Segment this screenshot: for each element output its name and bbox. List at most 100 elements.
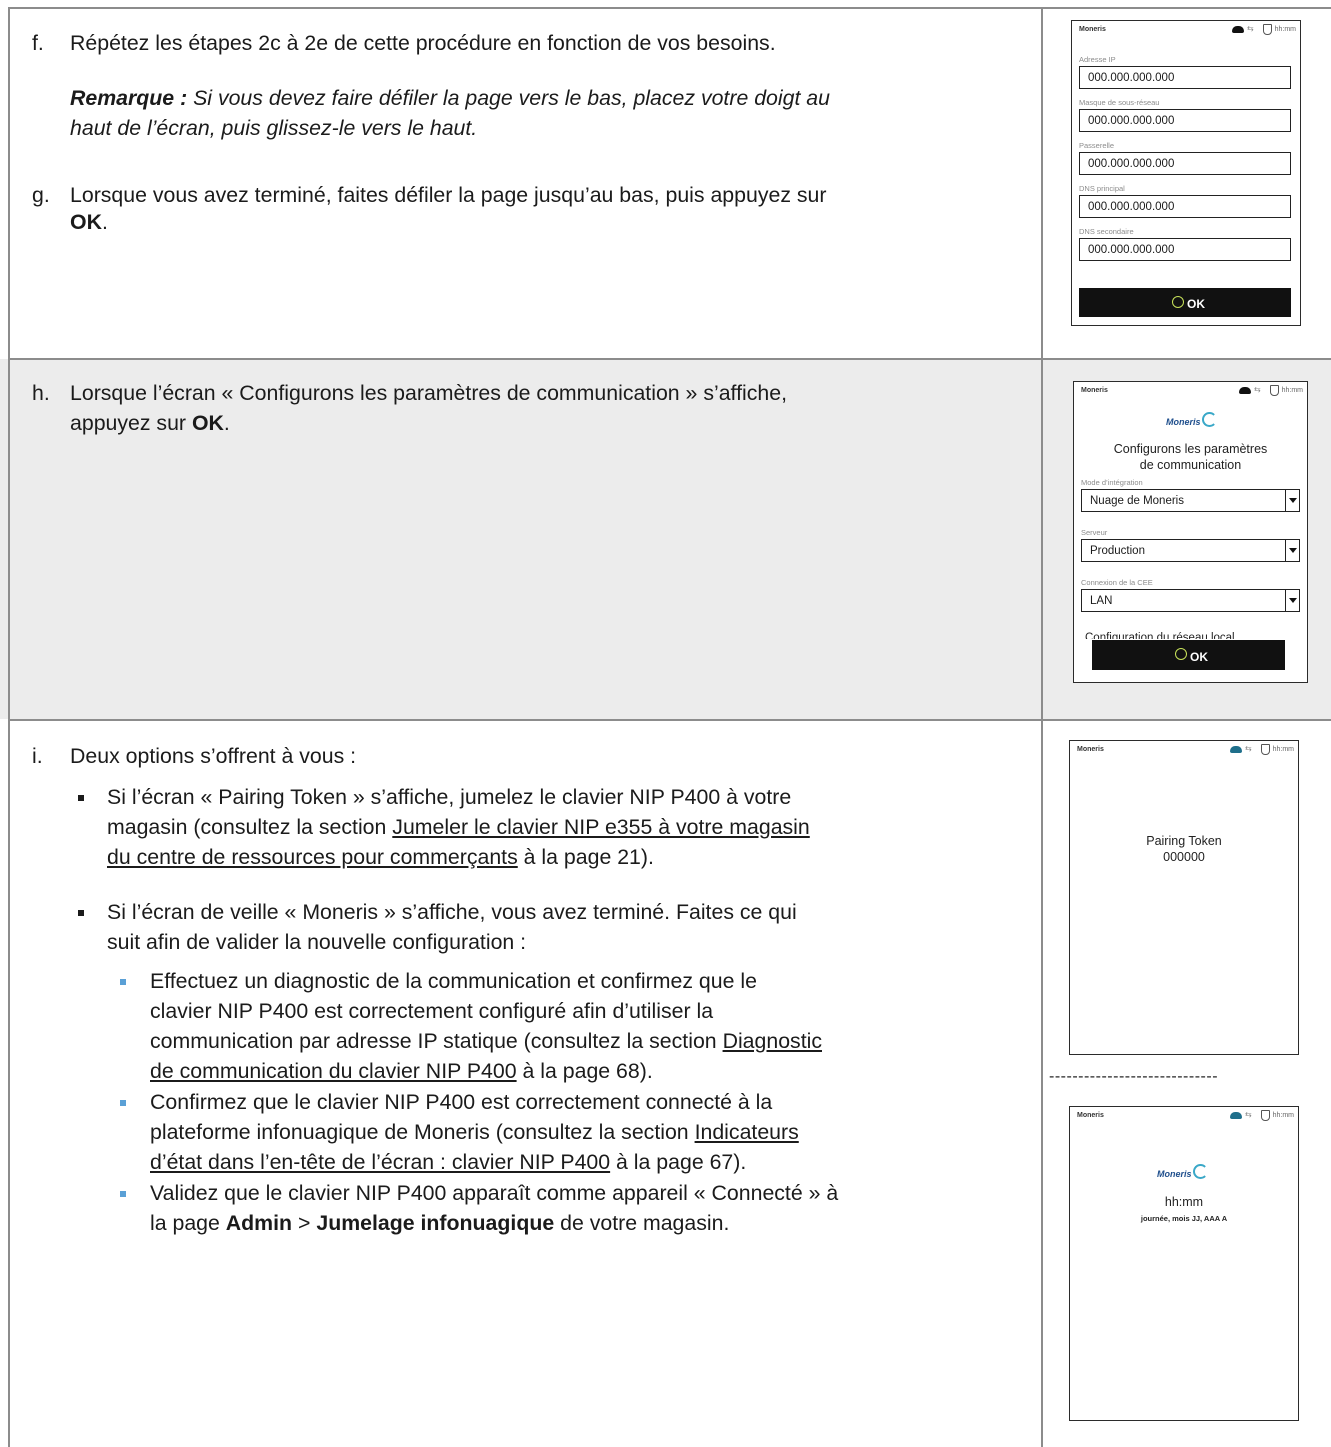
- sub-bullet-icon: [120, 1191, 126, 1197]
- arrows-icon: ⇆: [1247, 24, 1254, 33]
- title-line: de communication: [1139, 458, 1242, 472]
- step-text: Lorsque vous avez terminé, faites défile…: [70, 183, 827, 207]
- gateway-field[interactable]: 000.000.000.000: [1079, 152, 1291, 175]
- dropdown-arrow-icon[interactable]: [1285, 489, 1299, 512]
- circle-icon: [1172, 296, 1184, 308]
- select-value: LAN: [1090, 595, 1113, 607]
- sub-bullet-text: Confirmez que le clavier NIP P400 est co…: [150, 1090, 773, 1114]
- device-header: Moneris ⇆ hh:mm: [1072, 21, 1300, 37]
- device-header: Moneris ⇆ hh:mm: [1074, 382, 1307, 398]
- sub-bullet-text: Effectuez un diagnostic de la communicat…: [150, 969, 757, 993]
- device-config-screen: Moneris ⇆ hh:mm Moneris Configurons les …: [1073, 381, 1308, 683]
- sub-bullet-status: Confirmez que le clavier NIP P400 est co…: [150, 1087, 1030, 1177]
- device-time: hh:mm: [1272, 1112, 1294, 1119]
- table-left-border: [8, 7, 10, 1447]
- step-text: Deux options s’offrent à vous :: [70, 744, 357, 768]
- cloud-icon: [1230, 1112, 1242, 1119]
- cloud-pairing-keyword: Jumelage infonuagique: [316, 1211, 555, 1235]
- step-f-note: Remarque : Si vous devez faire défiler l…: [70, 83, 1010, 143]
- ok-keyword: OK: [70, 210, 102, 234]
- server-select[interactable]: Production: [1081, 539, 1300, 562]
- cloud-icon: [1230, 746, 1242, 753]
- config-title: Configurons les paramètres de communicat…: [1074, 441, 1307, 473]
- moneris-logo: Moneris: [1157, 1164, 1208, 1179]
- link-pair-pinpad-cont[interactable]: du centre de ressources pour commerçants: [107, 845, 518, 869]
- device-time: hh:mm: [1274, 26, 1296, 33]
- step-text: Lorsque l’écran « Configurons les paramè…: [70, 381, 787, 405]
- table-row-divider: [8, 719, 1331, 721]
- arrows-icon: ⇆: [1254, 385, 1261, 394]
- device-brand: Moneris: [1081, 387, 1108, 394]
- plug-icon: [1263, 24, 1272, 35]
- plug-icon: [1270, 385, 1279, 396]
- title-line: Configurons les paramètres: [1113, 442, 1268, 456]
- pairing-token-code: 000000: [1163, 850, 1205, 864]
- cloud-icon: [1232, 26, 1244, 33]
- sub-bullet-icon: [120, 1100, 126, 1106]
- device-brand: Moneris: [1079, 26, 1106, 33]
- pairing-token-title: Pairing Token: [1146, 834, 1222, 848]
- field-label: DNS principal: [1079, 184, 1125, 193]
- device-brand: Moneris: [1077, 746, 1104, 753]
- sub-bullet-text: à la page 67).: [610, 1150, 747, 1174]
- cloud-icon: [1239, 387, 1251, 394]
- link-pair-pinpad[interactable]: Jumeler le clavier NIP e355 à votre maga…: [392, 815, 809, 839]
- admin-keyword: Admin: [225, 1211, 293, 1235]
- step-letter: i.: [32, 744, 43, 768]
- sub-bullet-text: à la page 68).: [516, 1059, 653, 1083]
- select-value: Production: [1090, 545, 1145, 557]
- step-text: appuyez sur: [70, 411, 192, 435]
- device-idle-screen: Moneris ⇆ hh:mm Moneris hh:mm journée, m…: [1069, 1106, 1299, 1421]
- field-label: DNS secondaire: [1079, 227, 1134, 236]
- circle-icon: [1175, 648, 1187, 660]
- step-h-line2: appuyez sur OK.: [70, 408, 230, 438]
- period: .: [101, 210, 108, 234]
- field-label: Masque de sous-réseau: [1079, 98, 1160, 107]
- subnet-mask-field[interactable]: 000.000.000.000: [1079, 109, 1291, 132]
- link-diagnostic-cont[interactable]: de communication du clavier NIP P400: [150, 1059, 517, 1083]
- dropdown-arrow-icon[interactable]: [1285, 589, 1299, 612]
- table-row-divider: [8, 358, 1331, 360]
- idle-time: hh:mm: [1164, 1195, 1204, 1209]
- ok-button[interactable]: OK: [1079, 288, 1291, 317]
- integration-mode-select[interactable]: Nuage de Moneris: [1081, 489, 1300, 512]
- field-label: Serveur: [1081, 528, 1108, 537]
- ok-label: OK: [1187, 297, 1205, 311]
- bullet-pairing-token: Si l’écran « Pairing Token » s’affiche, …: [107, 782, 1027, 872]
- field-label: Adresse IP: [1079, 55, 1116, 64]
- link-diagnostic[interactable]: Diagnostic: [723, 1029, 822, 1053]
- step-g-line2: OK.: [70, 207, 108, 237]
- device-header: Moneris ⇆ hh:mm: [1070, 741, 1298, 757]
- plug-icon: [1261, 744, 1270, 755]
- sub-bullet-icon: [120, 979, 126, 985]
- primary-dns-field[interactable]: 000.000.000.000: [1079, 195, 1291, 218]
- device-pairing-token: Moneris ⇆ hh:mm Pairing Token 000000: [1069, 740, 1299, 1055]
- secondary-dns-field[interactable]: 000.000.000.000: [1079, 238, 1291, 261]
- sub-bullet-text: communication par adresse IP statique (c…: [150, 1029, 723, 1053]
- sub-bullet-text: la page: [150, 1211, 226, 1235]
- separator: >: [292, 1211, 317, 1235]
- dropdown-arrow-icon[interactable]: [1285, 539, 1299, 562]
- field-label: Passerelle: [1079, 141, 1115, 150]
- sub-bullet-text: clavier NIP P400 est correctement config…: [150, 999, 714, 1023]
- lan-config-cut-text: Configuration du réseau local: [1085, 632, 1235, 639]
- step-text: Répétez les étapes 2c à 2e de cette proc…: [70, 31, 776, 55]
- ped-connection-select[interactable]: LAN: [1081, 589, 1300, 612]
- sub-bullet-diagnostic: Effectuez un diagnostic de la communicat…: [150, 966, 1030, 1086]
- note-text: haut de l’écran, puis glissez-le vers le…: [70, 116, 478, 140]
- period: .: [223, 411, 230, 435]
- plug-icon: [1261, 1110, 1270, 1121]
- ok-button[interactable]: OK: [1092, 640, 1285, 670]
- device-network-settings: Moneris ⇆ hh:mm Adresse IP 000.000.000.0…: [1071, 20, 1301, 326]
- idle-date: journée, mois JJ, AAA A: [1140, 1214, 1228, 1223]
- bullet-icon: [78, 910, 84, 916]
- link-indicators-cont[interactable]: d’état dans l’en-tête de l’écran : clavi…: [150, 1150, 610, 1174]
- link-indicators[interactable]: Indicateurs: [695, 1120, 799, 1144]
- sub-bullet-validate: Validez que le clavier NIP P400 apparaît…: [150, 1178, 1030, 1238]
- bullet-text: suit afin de valider la nouvelle configu…: [107, 930, 527, 954]
- swirl-icon: [1201, 412, 1217, 427]
- ip-address-field[interactable]: 000.000.000.000: [1079, 66, 1291, 89]
- screen-separator: -----------------------------: [1049, 1068, 1219, 1085]
- note-text: Si vous devez faire défiler la page vers…: [187, 86, 830, 110]
- device-time: hh:mm: [1272, 746, 1294, 753]
